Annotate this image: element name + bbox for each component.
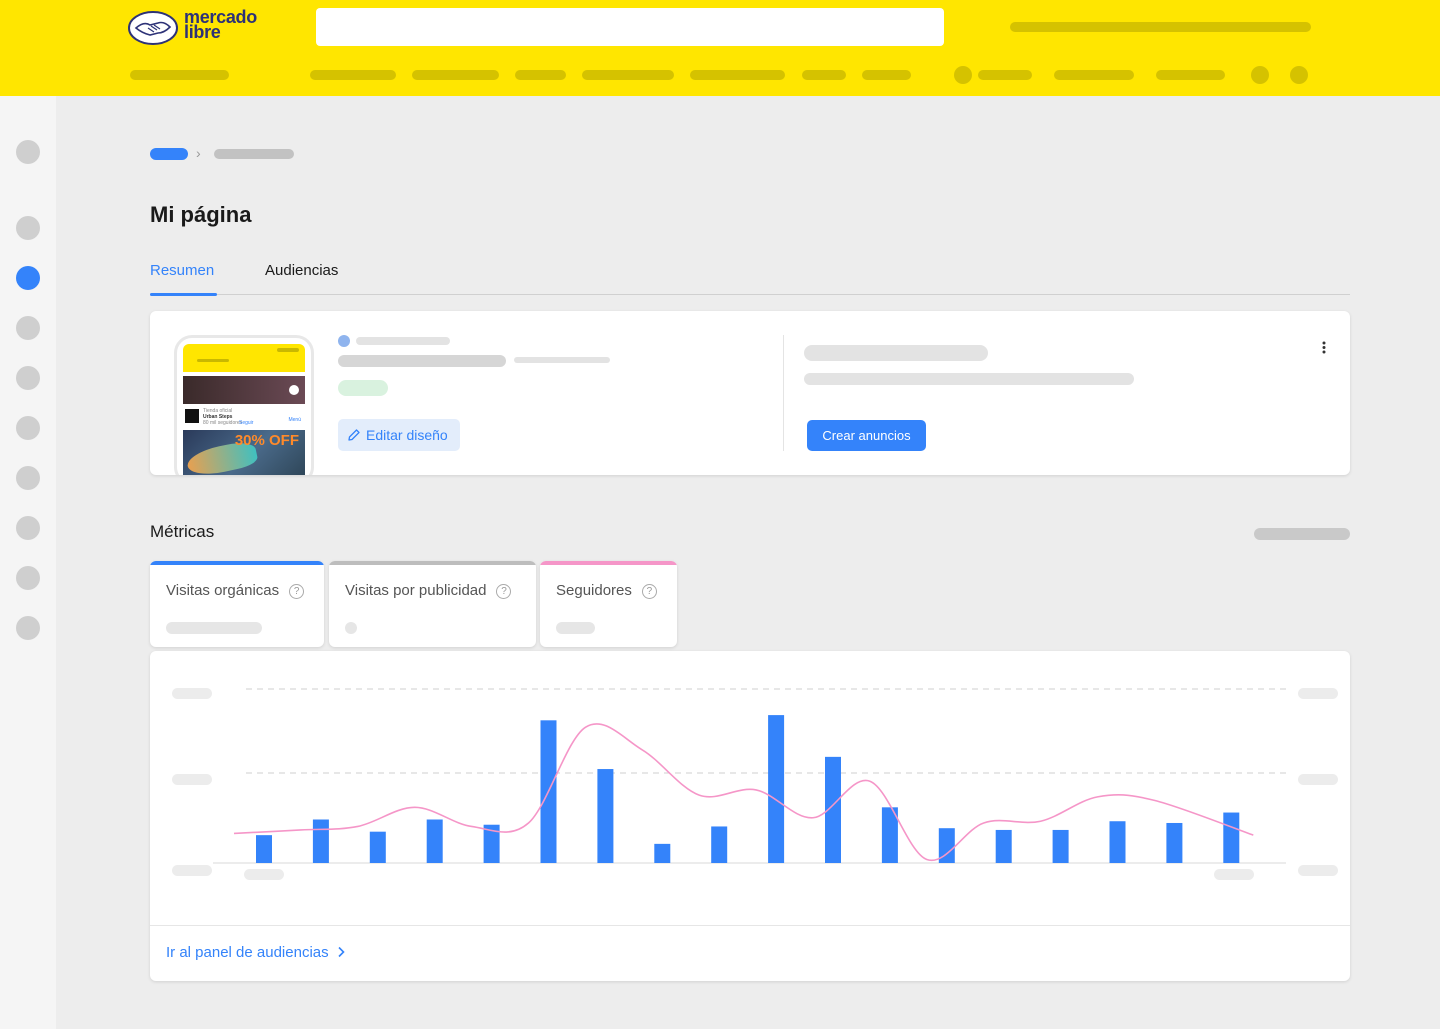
nav-item[interactable] (515, 70, 566, 80)
ads-text-placeholder (804, 373, 1134, 385)
metric-value-placeholder (345, 622, 357, 634)
sidebar-item-icon[interactable] (16, 366, 40, 390)
sidebar-item-icon-active[interactable] (16, 266, 40, 290)
pencil-icon (348, 429, 360, 441)
metric-label: Seguidores (556, 582, 632, 599)
chart-bar (768, 715, 785, 863)
ads-title-placeholder (804, 345, 988, 361)
location-placeholder[interactable] (130, 70, 229, 80)
nav-item[interactable] (1156, 70, 1225, 80)
status-badge (338, 380, 388, 396)
preview-banner (183, 376, 305, 404)
metric-tab-followers[interactable]: Seguidores? (540, 561, 677, 647)
mercado-libre-logo[interactable]: mercado libre (128, 7, 268, 49)
store-name-placeholder (338, 355, 506, 367)
help-icon[interactable]: ? (496, 584, 512, 599)
y-axis-right-label-placeholder (1298, 688, 1338, 699)
header: mercado libre (0, 0, 1440, 96)
sidebar-menu-icon[interactable] (16, 140, 40, 164)
date-range-placeholder[interactable] (1254, 528, 1350, 540)
chart-bar (711, 826, 728, 863)
sidebar-item-icon[interactable] (16, 516, 40, 540)
nav-item[interactable] (582, 70, 674, 80)
x-axis-label-placeholder (244, 869, 284, 880)
tab-bar: Resumen Audiencias (150, 262, 1350, 296)
promo-text: 30% OFF (234, 432, 299, 449)
metric-tab-ad-visits[interactable]: Visitas por publicidad? (329, 561, 536, 647)
avatar[interactable] (954, 66, 972, 84)
chart-bar (1052, 829, 1069, 863)
metrics-chart-card: Ir al panel de audiencias (150, 651, 1350, 981)
chart-bar (369, 831, 386, 863)
metric-label: Visitas por publicidad (345, 582, 487, 599)
header-placeholder (1010, 22, 1311, 32)
sidebar-item-icon[interactable] (16, 616, 40, 640)
chart-bar (597, 769, 614, 863)
chart-bar (654, 843, 671, 863)
sidebar-item-icon[interactable] (16, 316, 40, 340)
store-profile-card: Tienda oficial Urban Steps 80 mil seguid… (150, 311, 1350, 475)
chart-bar (1166, 822, 1183, 863)
metrics-title: Métricas (150, 522, 215, 541)
handshake-icon (128, 11, 178, 45)
nav-item[interactable] (862, 70, 911, 80)
chart-bar (426, 819, 443, 863)
breadcrumb-link[interactable] (150, 148, 188, 160)
chevron-right-icon: › (196, 145, 201, 161)
logo-wordmark: mercado libre (184, 7, 257, 42)
y-axis-right-label-placeholder (1298, 865, 1338, 876)
tab-resumen[interactable]: Resumen (150, 262, 217, 296)
audiences-panel-link[interactable]: Ir al panel de audiencias (166, 944, 345, 961)
divider (783, 335, 784, 451)
chart-bar (995, 829, 1012, 863)
y-axis-label-placeholder (172, 774, 212, 785)
nav-item[interactable] (1054, 70, 1134, 80)
preview-store-info: Tienda oficial Urban Steps 80 mil seguid… (183, 406, 305, 428)
x-axis-label-placeholder (1214, 869, 1254, 880)
create-ads-button[interactable]: Crear anuncios (807, 420, 926, 451)
sidebar-item-icon[interactable] (16, 416, 40, 440)
preview-header (183, 344, 305, 372)
tab-audiencias[interactable]: Audiencias (265, 262, 338, 295)
search-input[interactable] (316, 8, 944, 46)
chart-bar (1109, 821, 1126, 863)
page-title: Mi página (150, 202, 252, 227)
help-icon[interactable]: ? (289, 584, 305, 599)
metric-label: Visitas orgánicas (166, 582, 280, 599)
y-axis-label-placeholder (172, 688, 212, 699)
notifications-icon[interactable] (1251, 66, 1269, 84)
user-name-placeholder[interactable] (978, 70, 1032, 80)
nav-item[interactable] (690, 70, 785, 80)
chart-bar (312, 819, 329, 863)
metric-value-placeholder (166, 622, 262, 634)
cart-icon[interactable] (1290, 66, 1308, 84)
sidebar (0, 96, 56, 1029)
more-options-icon[interactable] (1314, 339, 1334, 359)
chevron-right-icon (338, 946, 345, 958)
verified-badge-icon (338, 335, 350, 347)
nav-item[interactable] (802, 70, 846, 80)
metrics-chart (172, 688, 1338, 880)
store-preview-phone: Tienda oficial Urban Steps 80 mil seguid… (174, 335, 314, 475)
help-icon[interactable]: ? (641, 584, 657, 599)
sidebar-item-icon[interactable] (16, 466, 40, 490)
store-label-placeholder (356, 337, 450, 345)
metric-tab-organic-visits[interactable]: Visitas orgánicas? (150, 561, 324, 647)
metric-value-placeholder (556, 622, 595, 634)
edit-design-button[interactable]: Editar diseño (338, 419, 460, 451)
nav-item[interactable] (310, 70, 396, 80)
y-axis-right-label-placeholder (1298, 774, 1338, 785)
sidebar-item-icon[interactable] (16, 566, 40, 590)
sidebar-item-icon[interactable] (16, 216, 40, 240)
preview-promo-image: 30% OFF (183, 430, 305, 475)
store-meta-placeholder (514, 357, 610, 363)
chart-series-line (233, 723, 1254, 862)
chart-bar (256, 835, 272, 863)
nav-item[interactable] (412, 70, 499, 80)
divider (150, 925, 1350, 926)
y-axis-label-placeholder (172, 865, 212, 876)
breadcrumb-current (214, 149, 294, 159)
chart-bar (1223, 812, 1240, 863)
